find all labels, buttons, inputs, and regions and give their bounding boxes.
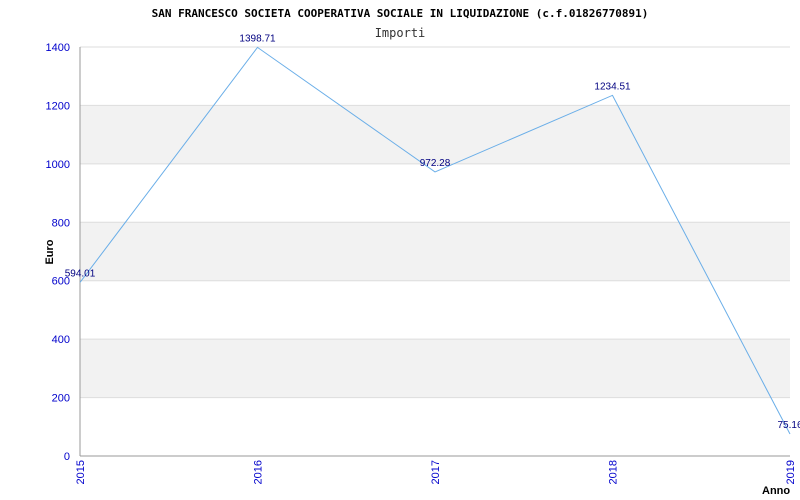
chart-title: SAN FRANCESCO SOCIETA COOPERATIVA SOCIAL… <box>152 7 649 20</box>
x-tick-label: 2017 <box>430 460 442 484</box>
grid-band <box>80 105 790 164</box>
y-tick-label: 1400 <box>46 42 70 54</box>
chart-subtitle: Importi <box>375 26 426 40</box>
data-label: 972.28 <box>420 158 451 169</box>
line-chart: 0200400600800100012001400 2015 2016 2017 20… <box>44 7 800 497</box>
x-tick-label: 2015 <box>75 460 87 484</box>
y-tick-label: 1000 <box>46 159 70 171</box>
x-tick-label: 2018 <box>608 460 620 484</box>
y-tick-label: 800 <box>52 217 70 229</box>
data-label: 75.16 <box>777 420 800 431</box>
y-tick-label: 400 <box>52 334 70 346</box>
y-tick-label: 1200 <box>46 100 70 112</box>
y-tick-label: 200 <box>52 393 70 405</box>
x-axis-label: Anno <box>762 485 790 497</box>
data-label: 1234.51 <box>594 81 631 92</box>
y-axis-label: Euro <box>44 239 56 264</box>
data-label: 1398.71 <box>239 33 276 44</box>
x-tick-labels: 2015 2016 2017 2018 2019 <box>75 460 797 484</box>
grid-bands <box>80 105 790 398</box>
grid-band <box>80 339 790 398</box>
x-tick-label: 2019 <box>785 460 797 484</box>
data-label: 594.01 <box>65 268 96 279</box>
x-tick-label: 2016 <box>253 460 265 484</box>
y-tick-label: 0 <box>64 451 70 463</box>
